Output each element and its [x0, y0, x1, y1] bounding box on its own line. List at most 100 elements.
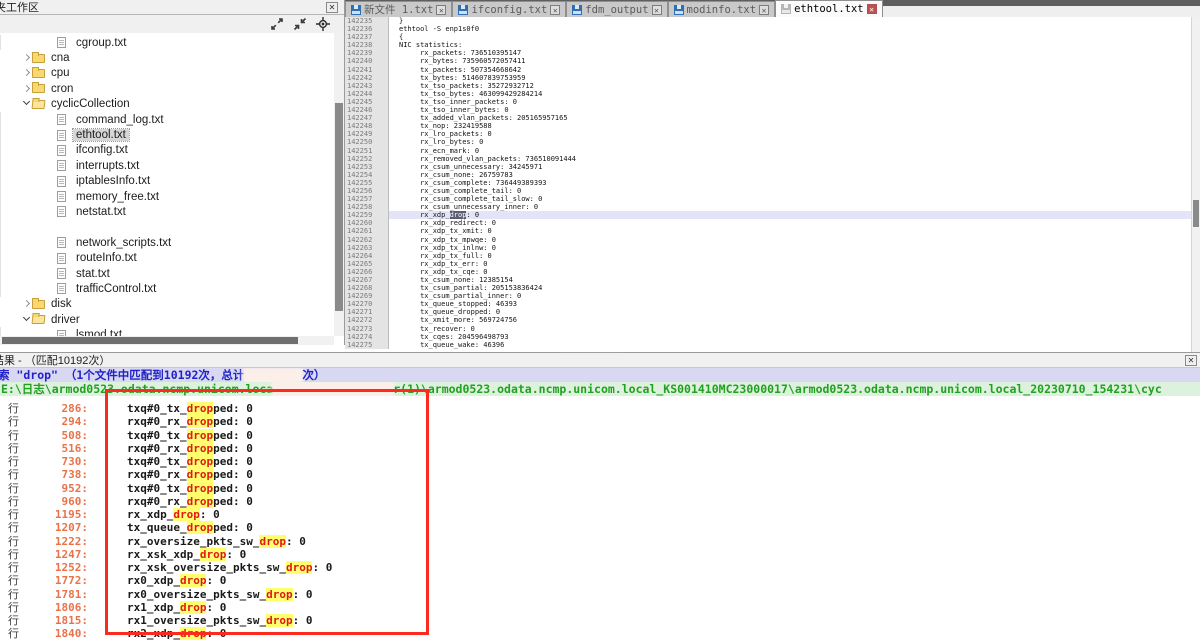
tree-item-ifconfig-txt[interactable]: ifconfig.txt: [0, 143, 334, 158]
editor-line[interactable]: 142242 tx_bytes: 514607839753959: [345, 74, 1200, 82]
scrollbar-thumb[interactable]: [335, 103, 343, 311]
search-summary-line[interactable]: 索 "drop" （1个文件中匹配到10192次，总计次）: [0, 368, 1200, 382]
result-row[interactable]: 行1252:rx_xsk_oversize_pkts_sw_drop: 0: [0, 561, 1200, 574]
result-row[interactable]: 行1815:rx1_oversize_pkts_sw_drop: 0: [0, 614, 1200, 627]
editor-line[interactable]: 142257 rx_csum_complete_tail_slow: 0: [345, 195, 1200, 203]
collapse-all-icon[interactable]: [293, 17, 307, 31]
editor-line[interactable]: 142244 tx_tso_bytes: 463099429284214: [345, 90, 1200, 98]
tree-item-cna[interactable]: cna: [0, 50, 334, 65]
editor-line[interactable]: 142254 rx_csum_none: 26759783: [345, 171, 1200, 179]
close-icon[interactable]: ✕: [1185, 355, 1197, 366]
tree-item-cgroup-txt[interactable]: cgroup.txt: [0, 35, 334, 50]
editor-line[interactable]: 142274 tx_cqes: 204596498793: [345, 333, 1200, 341]
tree-item-cpu[interactable]: cpu: [0, 66, 334, 81]
result-row[interactable]: 行1222:rx_oversize_pkts_sw_drop: 0: [0, 535, 1200, 548]
editor-line[interactable]: 142263 rx_xdp_tx_inlnw: 0: [345, 244, 1200, 252]
chevron-right-icon[interactable]: [22, 84, 32, 94]
close-icon[interactable]: ✕: [436, 5, 446, 15]
tree-item-network_scripts-txt[interactable]: network_scripts.txt: [0, 235, 334, 250]
editor-line[interactable]: 142249 rx_lro_packets: 0: [345, 130, 1200, 138]
editor-line[interactable]: 142269 tx_csum_partial_inner: 0: [345, 292, 1200, 300]
editor-line[interactable]: 142235}: [345, 17, 1200, 25]
tree-item-interrupts-txt[interactable]: interrupts.txt: [0, 158, 334, 173]
result-row[interactable]: 行294:rxq#0_rx_dropped: 0: [0, 415, 1200, 428]
result-row[interactable]: 行1207:tx_queue_dropped: 0: [0, 521, 1200, 534]
editor-line[interactable]: 142239 rx_packets: 736510395147: [345, 49, 1200, 57]
editor-line[interactable]: 142236ethtool -S enp1s0f0: [345, 25, 1200, 33]
editor-line[interactable]: 142243 tx_tso_packets: 35272932712: [345, 82, 1200, 90]
close-icon[interactable]: ✕: [326, 2, 338, 13]
result-row[interactable]: 行1781:rx0_oversize_pkts_sw_drop: 0: [0, 588, 1200, 601]
chevron-right-icon[interactable]: [22, 68, 32, 78]
chevron-right-icon[interactable]: [22, 299, 32, 309]
close-icon[interactable]: ✕: [867, 4, 877, 14]
tree-item-cyclicCollection[interactable]: cyclicCollection: [0, 97, 334, 112]
editor-line[interactable]: 142246 tx_tso_inner_bytes: 0: [345, 106, 1200, 114]
editor-line[interactable]: 142252 rx_removed_vlan_packets: 73651009…: [345, 155, 1200, 163]
matched-file-path-line[interactable]: E:\日志\armod0523.odata.ncmp.unicom.locar(…: [0, 382, 1200, 396]
tab-fdm_output[interactable]: fdm_output✕: [566, 1, 667, 17]
result-row[interactable]: 行508:txq#0_tx_dropped: 0: [0, 429, 1200, 442]
result-row[interactable]: 行1247:rx_xsk_xdp_drop: 0: [0, 548, 1200, 561]
tab-modinfo-txt[interactable]: modinfo.txt✕: [668, 1, 776, 17]
tree-item-trafficControl-txt[interactable]: trafficControl.txt: [0, 281, 334, 296]
editor-line[interactable]: 142259 rx_xdp_drop: 0: [345, 211, 1200, 219]
tree-item-stat-txt[interactable]: stat.txt: [0, 266, 334, 281]
result-row[interactable]: 行286:txq#0_tx_dropped: 0: [0, 402, 1200, 415]
editor-line[interactable]: 142268 tx_csum_partial: 205153836424: [345, 284, 1200, 292]
tree-item-command_log-txt[interactable]: command_log.txt: [0, 112, 334, 127]
close-icon[interactable]: ✕: [550, 5, 560, 15]
editor-line[interactable]: 142275 tx_queue_wake: 46396: [345, 341, 1200, 349]
editor-line[interactable]: 142264 rx_xdp_tx_full: 0: [345, 252, 1200, 260]
result-row[interactable]: 行1840:rx2_xdp_drop: 0: [0, 627, 1200, 640]
editor-line[interactable]: 142260 rx_xdp_redirect: 0: [345, 219, 1200, 227]
editor-line[interactable]: 142250 rx_lro_bytes: 0: [345, 138, 1200, 146]
tab-ethtool-txt[interactable]: ethtool.txt✕: [775, 0, 883, 17]
editor-line[interactable]: 142237{: [345, 33, 1200, 41]
editor-line[interactable]: 142238NIC statistics:: [345, 41, 1200, 49]
editor-line[interactable]: 142253 rx_csum_unnecessary: 34245971: [345, 163, 1200, 171]
tree-item-netstat-txt[interactable]: netstat.txt: [0, 204, 334, 219]
tree-item-driver[interactable]: driver: [0, 312, 334, 327]
expand-all-icon[interactable]: [270, 17, 284, 31]
editor-line[interactable]: 142241 tx_packets: 507354668642: [345, 66, 1200, 74]
scrollbar-thumb[interactable]: [2, 337, 298, 344]
result-row[interactable]: 行516:rxq#0_rx_dropped: 0: [0, 442, 1200, 455]
result-row[interactable]: 行738:rxq#0_rx_dropped: 0: [0, 468, 1200, 481]
chevron-down-icon[interactable]: [22, 315, 32, 325]
locate-current-file-icon[interactable]: [316, 17, 330, 31]
editor-line[interactable]: 142270 tx_queue_stopped: 46393: [345, 300, 1200, 308]
editor-line[interactable]: 142261 rx_xdp_tx_xmit: 0: [345, 227, 1200, 235]
chevron-right-icon[interactable]: [22, 53, 32, 63]
editor-line[interactable]: 142245 tx_tso_inner_packets: 0: [345, 98, 1200, 106]
editor-line[interactable]: 142271 tx_queue_dropped: 0: [345, 308, 1200, 316]
editor-line[interactable]: 142258 rx_csum_unnecessary_inner: 0: [345, 203, 1200, 211]
result-row[interactable]: 行1195:rx_xdp_drop: 0: [0, 508, 1200, 521]
editor-line[interactable]: 142273 tx_recover: 0: [345, 325, 1200, 333]
editor-line[interactable]: 142240 rx_bytes: 735960572057411: [345, 57, 1200, 65]
editor-line[interactable]: 142247 tx_added_vlan_packets: 2051659571…: [345, 114, 1200, 122]
tab-ifconfig-txt[interactable]: ifconfig.txt✕: [452, 1, 566, 17]
editor-line[interactable]: 142265 rx_xdp_tx_err: 0: [345, 260, 1200, 268]
tree-item-cron[interactable]: cron: [0, 81, 334, 96]
result-row[interactable]: 行1806:rx1_xdp_drop: 0: [0, 601, 1200, 614]
editor-line[interactable]: 142256 rx_csum_complete_tail: 0: [345, 187, 1200, 195]
editor-line[interactable]: 142267 tx_csum_none: 12385154: [345, 276, 1200, 284]
editor-line[interactable]: 142248 tx_nop: 232419588: [345, 122, 1200, 130]
close-icon[interactable]: ✕: [652, 5, 662, 15]
result-row[interactable]: 行1772:rx0_xdp_drop: 0: [0, 574, 1200, 587]
workspace-vertical-scrollbar[interactable]: [334, 33, 344, 336]
editor-line[interactable]: 142262 rx_xdp_tx_mpwqe: 0: [345, 236, 1200, 244]
editor-text-area[interactable]: 142235}142236ethtool -S enp1s0f0142237{1…: [345, 17, 1200, 352]
workspace-horizontal-scrollbar[interactable]: [0, 336, 334, 345]
editor-line[interactable]: 142255 rx_csum_complete: 736449389393: [345, 179, 1200, 187]
editor-line[interactable]: 142251 rx_ecn_mark: 0: [345, 147, 1200, 155]
result-row[interactable]: 行952:txq#0_tx_dropped: 0: [0, 482, 1200, 495]
editor-line[interactable]: 142266 rx_xdp_tx_cqe: 0: [345, 268, 1200, 276]
tree-item-iptablesInfo-txt[interactable]: iptablesInfo.txt: [0, 174, 334, 189]
tab--1-txt[interactable]: 新文件 1.txt✕: [345, 1, 452, 17]
close-icon[interactable]: ✕: [759, 5, 769, 15]
scrollbar-thumb[interactable]: [1193, 200, 1199, 227]
tree-item-disk[interactable]: disk: [0, 297, 334, 312]
tree-item-memory_free-txt[interactable]: memory_free.txt: [0, 189, 334, 204]
